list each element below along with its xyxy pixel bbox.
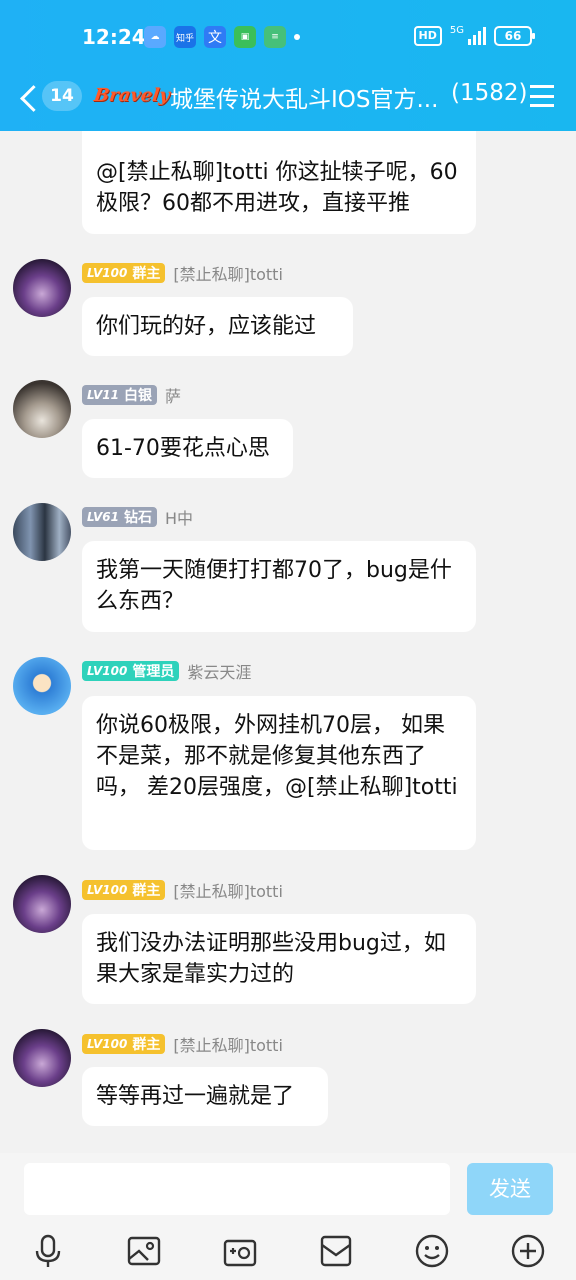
back-icon[interactable] (18, 80, 40, 116)
avatar[interactable] (13, 380, 71, 438)
level-badge: LV100 群主 (82, 263, 166, 283)
chat-app-icon: ▣ (234, 26, 256, 48)
image-icon[interactable] (126, 1233, 162, 1269)
sender-name[interactable]: 紫云天涯 (187, 659, 251, 683)
sender-name[interactable]: 萨 (165, 383, 181, 407)
clock: 12:24 (82, 25, 146, 49)
input-toolbar (0, 1233, 576, 1275)
menu-icon[interactable] (530, 85, 554, 107)
sender-name[interactable]: [禁止私聊]totti (173, 878, 283, 902)
more-dot-icon (294, 34, 300, 40)
message-bubble[interactable]: 你们玩的好，应该能过 (82, 297, 353, 356)
message-bubble[interactable]: @[禁止私聊]totti 你这扯犊子呢，60极限？60都不用进攻，直接平推 (82, 131, 476, 234)
message-bubble[interactable]: 我们没办法证明那些没用bug过，如果大家是靠实力过的 (82, 914, 476, 1004)
plus-icon[interactable] (510, 1233, 546, 1269)
avatar[interactable] (13, 259, 71, 317)
sender-name[interactable]: [禁止私聊]totti (173, 1032, 283, 1056)
translate-icon: 文 (204, 26, 226, 48)
level-badge: LV11 白银 (82, 385, 157, 405)
message-meta: LV100 群主 [禁止私聊]totti (82, 261, 283, 285)
camera-icon[interactable] (222, 1233, 258, 1269)
avatar[interactable] (13, 657, 71, 715)
message-bubble[interactable]: 你说60极限，外网挂机70层， 如果不是菜，那不就是修复其他东西了吗， 差20层… (82, 696, 476, 850)
notes-icon: ≡ (264, 26, 286, 48)
sender-name[interactable]: [禁止私聊]totti (173, 261, 283, 285)
avatar[interactable] (13, 503, 71, 561)
message-bubble[interactable]: 61-70要花点心思 (82, 419, 293, 478)
zhihu-icon: 知乎 (174, 26, 196, 48)
title-bar: 14 Bravely 城堡传说大乱斗IOS官方... (1582) (0, 74, 576, 124)
level-badge: LV61 钻石 (82, 507, 157, 527)
message-meta: LV100 管理员 紫云天涯 (82, 659, 251, 683)
send-button[interactable]: 发送 (467, 1163, 553, 1215)
emoji-icon[interactable] (414, 1233, 450, 1269)
status-bar: 12:24 ☁ 知乎 文 ▣ ≡ HD 5G 66 (0, 0, 576, 74)
signal-icon (468, 27, 486, 45)
message-meta: LV100 群主 [禁止私聊]totti (82, 878, 283, 902)
system-indicators: HD 5G 66 (413, 24, 535, 46)
battery-icon: 66 (494, 26, 535, 46)
avatar[interactable] (13, 1029, 71, 1087)
message-input[interactable] (24, 1163, 450, 1215)
message-bubble[interactable]: 我第一天随便打打都70了，bug是什么东西？ (82, 541, 476, 632)
message-meta: LV100 群主 [禁止私聊]totti (82, 1032, 283, 1056)
unread-badge[interactable]: 14 (42, 81, 82, 111)
member-count[interactable]: (1582) (451, 80, 527, 106)
group-title[interactable]: 城堡传说大乱斗IOS官方... (170, 80, 438, 114)
input-bar: 发送 (0, 1153, 576, 1280)
message-meta: LV11 白银 萨 (82, 383, 181, 407)
sender-name[interactable]: H中 (165, 505, 193, 529)
weather-icon: ☁ (144, 26, 166, 48)
network-label: 5G (449, 24, 464, 36)
message-meta: LV61 钻石 H中 (82, 505, 193, 529)
level-badge: LV100 群主 (82, 880, 166, 900)
level-badge: LV100 管理员 (82, 661, 180, 681)
group-logo: Bravely (92, 85, 172, 106)
hd-icon: HD (413, 26, 442, 46)
top-bar: 12:24 ☁ 知乎 文 ▣ ≡ HD 5G 66 14 Bravely 城堡传… (0, 0, 576, 131)
microphone-icon[interactable] (30, 1233, 66, 1269)
chat-list[interactable]: @[禁止私聊]totti 你这扯犊子呢，60极限？60都不用进攻，直接平推 LV… (0, 131, 576, 1153)
envelope-icon[interactable] (318, 1233, 354, 1269)
avatar[interactable] (13, 875, 71, 933)
level-badge: LV100 群主 (82, 1034, 166, 1054)
notification-icons: ☁ 知乎 文 ▣ ≡ (144, 26, 300, 48)
message-bubble[interactable]: 等等再过一遍就是了 (82, 1067, 328, 1126)
